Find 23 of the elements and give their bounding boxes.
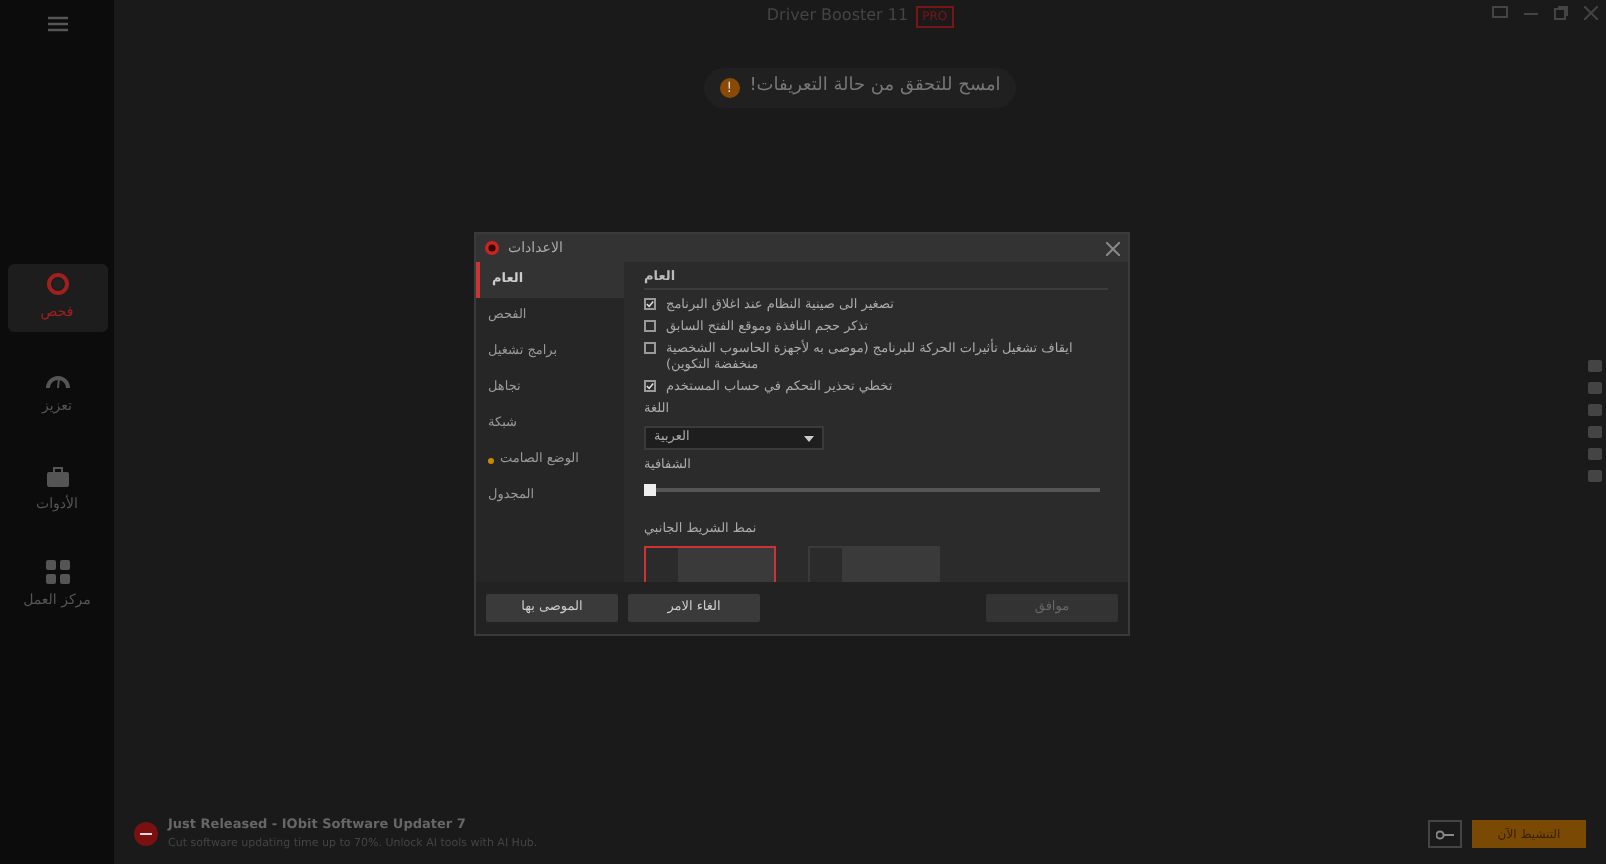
hint-text: امسح للتحقق من حالة التعريفات! [749, 74, 1001, 100]
menu-icon [47, 16, 67, 32]
gauge-icon [45, 370, 69, 391]
check-icon [646, 382, 654, 391]
chat-icon [1492, 6, 1508, 20]
close-icon [1584, 6, 1598, 20]
slider-thumb[interactable] [644, 483, 656, 496]
close-icon [1106, 241, 1120, 255]
checkbox[interactable] [644, 319, 656, 332]
checkbox[interactable] [644, 342, 656, 354]
checkbox[interactable] [644, 380, 656, 393]
app-logo-icon [484, 240, 500, 256]
circle-icon [45, 272, 69, 297]
toolbox-icon [45, 465, 69, 488]
key-button[interactable] [1428, 820, 1462, 848]
new-badge-icon [134, 822, 158, 846]
checkbox[interactable] [644, 297, 656, 310]
restore-icon [1554, 6, 1568, 20]
key-icon [1436, 829, 1454, 839]
check-icon [646, 299, 654, 308]
style-preview[interactable] [644, 545, 776, 582]
caret-icon [804, 435, 814, 442]
grid-icon [45, 560, 69, 585]
